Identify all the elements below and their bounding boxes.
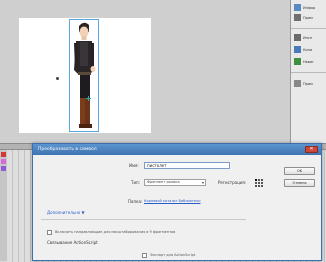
info-icon	[294, 4, 301, 11]
panel-divider	[291, 72, 326, 73]
notes-icon	[294, 80, 301, 87]
guides-checkbox-label: Включить направляющие для масштабировани…	[55, 230, 176, 234]
export-actionscript-label: Экспорт для ActionScript	[150, 253, 196, 257]
actionscript-header: Связывание ActionScript	[47, 240, 98, 245]
advanced-toggle[interactable]: Дополнительно ▼	[47, 210, 85, 215]
convert-to-symbol-dialog: Преобразовать в символ ✕ Имя: пистолет Т…	[32, 143, 322, 261]
panel-item-label: Прим	[303, 15, 313, 20]
layer-color-swatch[interactable]	[1, 166, 6, 171]
panel-item-navigator[interactable]: Навиг	[294, 58, 314, 65]
panel-item-label: Копи	[303, 47, 313, 52]
panel-item-copy[interactable]: Копи	[294, 46, 312, 53]
registration-grid[interactable]	[254, 178, 263, 187]
dialog-title: Преобразовать в символ	[38, 147, 97, 152]
inspector-icon	[294, 34, 301, 41]
symbol-type-select[interactable]: Фрагмент ролика	[144, 179, 206, 186]
stage-area	[0, 0, 290, 143]
layer-color-swatch[interactable]	[1, 159, 6, 164]
panel-item-inspector[interactable]: Инсп	[294, 34, 312, 41]
navigator-icon	[294, 58, 301, 65]
type-label: Тип:	[131, 180, 141, 185]
divider	[41, 219, 246, 220]
symbol-name-input[interactable]: пистолет	[144, 162, 230, 169]
panel-item-info[interactable]: Инфор	[294, 4, 315, 11]
panel-item-notes[interactable]: Прим	[294, 80, 313, 87]
panel-item-label: Инфор	[303, 5, 316, 10]
panel-item-label: Навиг	[303, 59, 314, 64]
cancel-button[interactable]: Отмена	[284, 179, 315, 187]
panel-item-label: Инсп	[303, 35, 313, 40]
ok-button[interactable]: OK	[284, 167, 315, 175]
guides-checkbox[interactable]	[47, 230, 52, 235]
close-icon[interactable]: ✕	[305, 146, 318, 153]
transform-point	[56, 77, 59, 80]
dialog-title-bar[interactable]: Преобразовать в символ	[33, 144, 321, 155]
library-folder-link[interactable]: Корневой каталог библиотеки	[144, 199, 200, 203]
right-panel: Инфор Прим Инсп Копи Навиг Прим	[290, 0, 326, 143]
character-selection-box[interactable]	[69, 19, 99, 132]
panel-divider	[291, 28, 326, 29]
panel-item-label: Прим	[303, 81, 313, 86]
copy-icon	[294, 46, 301, 53]
layer-color-swatch[interactable]	[1, 152, 6, 157]
export-actionscript-checkbox[interactable]	[142, 253, 147, 258]
registration-label: Регистрация:	[218, 180, 247, 185]
panel-item-align[interactable]: Прим	[294, 14, 313, 21]
registration-crosshair	[86, 96, 91, 101]
folder-label: Папка:	[128, 199, 143, 204]
character-figure	[74, 22, 96, 128]
align-icon	[294, 14, 301, 21]
name-label: Имя:	[129, 163, 139, 168]
